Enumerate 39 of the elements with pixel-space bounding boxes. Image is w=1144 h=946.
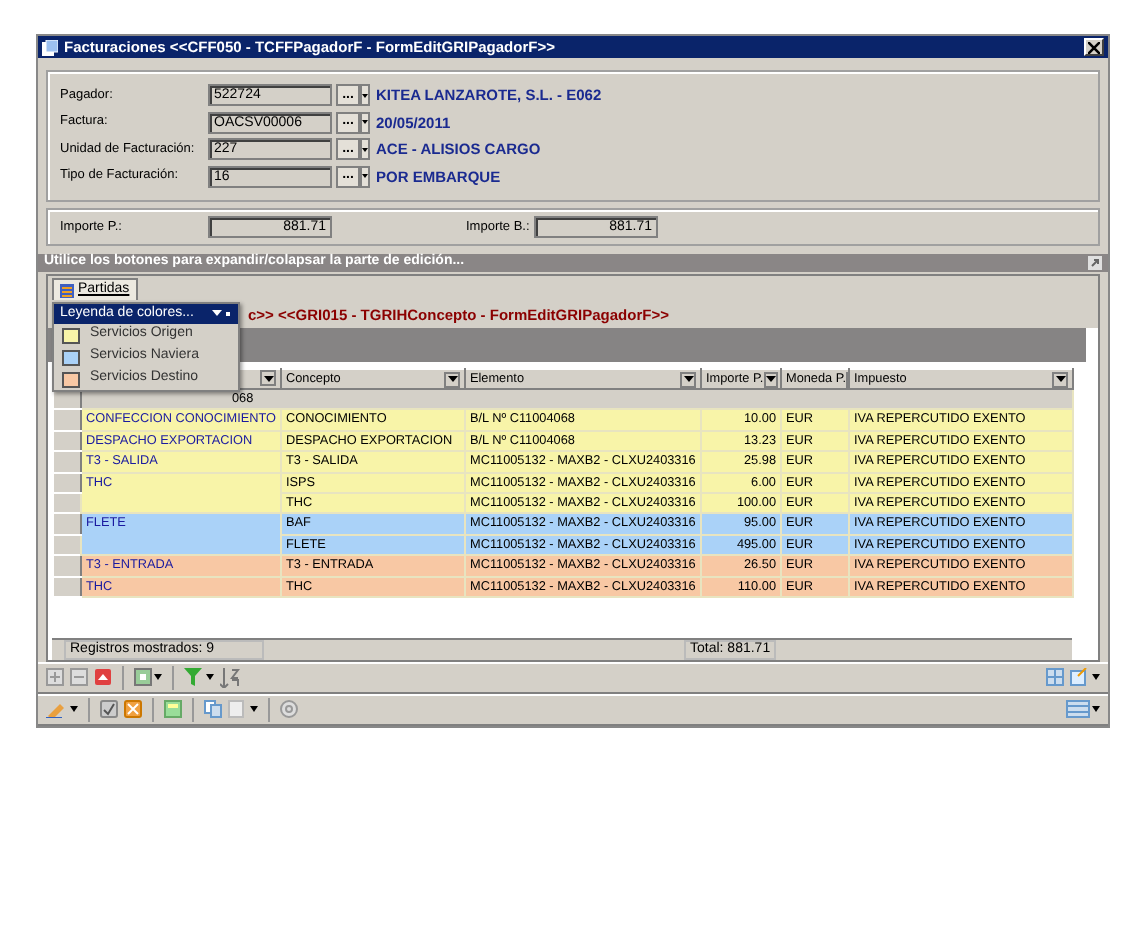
- filter-icon[interactable]: [184, 668, 214, 687]
- caret-icon: [362, 93, 368, 98]
- row-indicator[interactable]: [53, 472, 81, 493]
- row-indicator[interactable]: [53, 430, 81, 452]
- dropdown-button[interactable]: [360, 165, 370, 188]
- caret-icon: [212, 310, 232, 318]
- dropdown-button[interactable]: [360, 84, 370, 107]
- caret-icon: [362, 120, 368, 125]
- accept-icon[interactable]: [100, 700, 118, 719]
- window-icon: [42, 39, 58, 55]
- caret-icon: [683, 376, 693, 382]
- row-indicator[interactable]: [53, 451, 81, 473]
- caret-icon: [447, 376, 457, 382]
- row-indicator[interactable]: [53, 409, 81, 431]
- collapse-icon[interactable]: [94, 668, 112, 687]
- caret-icon: [263, 375, 273, 381]
- layout-icon[interactable]: [1066, 700, 1100, 719]
- list-icon: [60, 283, 74, 297]
- close-button[interactable]: [1084, 38, 1104, 56]
- caret-icon: [765, 376, 776, 382]
- cancel-icon[interactable]: [124, 700, 142, 719]
- row-indicator[interactable]: [53, 555, 81, 577]
- view-icon[interactable]: [134, 668, 162, 687]
- grid-icon[interactable]: [1046, 668, 1064, 687]
- row-indicator[interactable]: [53, 576, 81, 597]
- dropdown-button[interactable]: [360, 111, 370, 134]
- caret-icon: [1055, 376, 1065, 382]
- caret-icon: [362, 147, 368, 152]
- edit-icon[interactable]: [46, 700, 78, 719]
- expand-icon[interactable]: [1088, 256, 1102, 270]
- caret-icon: [362, 174, 368, 179]
- dropdown-button[interactable]: [360, 138, 370, 161]
- paste-icon[interactable]: [228, 700, 258, 719]
- close-icon: [1088, 41, 1100, 53]
- export-icon[interactable]: [1070, 668, 1100, 687]
- calculator-icon[interactable]: [164, 700, 182, 719]
- copy-icon[interactable]: [204, 700, 222, 719]
- row-indicator[interactable]: [53, 513, 81, 535]
- sort-icon[interactable]: [220, 667, 240, 688]
